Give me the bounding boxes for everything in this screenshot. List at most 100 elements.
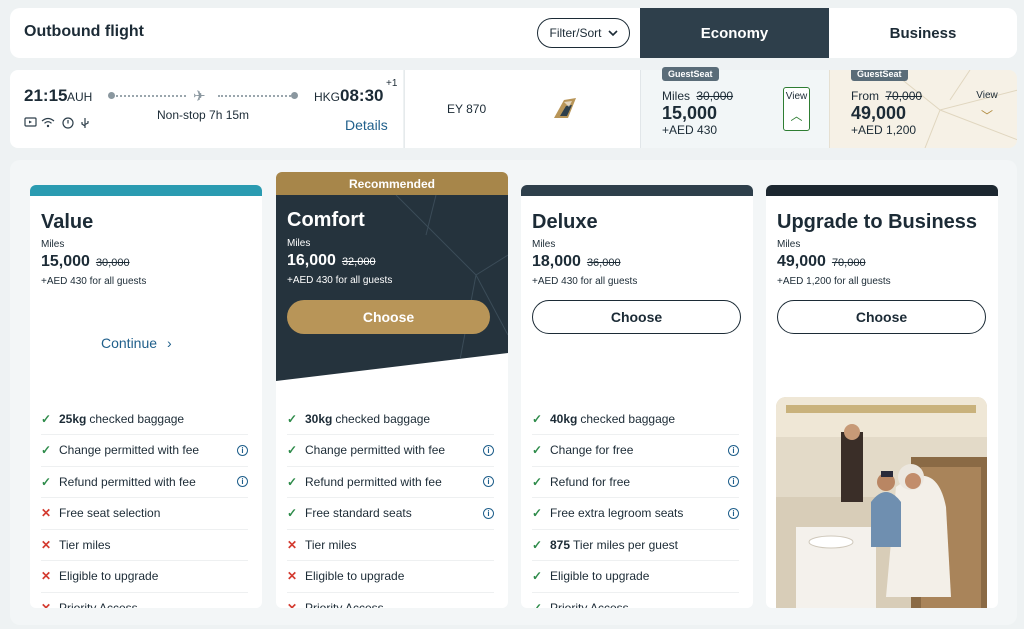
miles-label: Miles (41, 239, 65, 250)
chevron-down-icon (607, 29, 618, 36)
feature-row: ✓ 25kg checked baggage (41, 403, 248, 435)
choose-business-button[interactable]: Choose (777, 300, 986, 334)
chevron-down-icon: ﹀ (980, 109, 993, 123)
flight-number: EY 870 (447, 102, 487, 116)
continue-label: Continue (101, 335, 158, 351)
feature-row: ✓ Refund for free i (532, 466, 739, 498)
page-title: Outbound flight (24, 23, 144, 40)
aed-value: +AED 430 for all guests (287, 275, 393, 286)
feature-row: ✓ Eligible to upgrade (532, 561, 739, 593)
check-icon: ✓ (532, 411, 543, 426)
fare-miles: 15,000 (662, 103, 718, 123)
card-band (766, 185, 998, 196)
chevron-right-icon: › (166, 335, 172, 351)
feature-row: ✕ Tier miles (287, 529, 494, 561)
feature-text: checked baggage (335, 411, 431, 426)
feature-text: Change for free (550, 443, 634, 457)
guestseat-badge: GuestSeat (851, 70, 908, 81)
info-icon[interactable]: i (483, 444, 494, 456)
business-cabin-photo (776, 397, 987, 608)
feature-text: Change permitted with fee (59, 443, 200, 457)
fare-card-comfort: Comfort Miles 16,000 32,000 +AED 430 for … (276, 195, 508, 608)
view-label: View (976, 90, 998, 101)
aed-value: +AED 1,200 for all guests (777, 276, 891, 287)
check-icon: ✓ (532, 600, 543, 609)
feature-row: ✓ Change permitted with fee i (41, 435, 248, 467)
view-label: View (785, 91, 808, 102)
arrive-airport: HKG (314, 90, 341, 104)
tab-economy[interactable]: Economy (640, 8, 829, 58)
fare-card-value: Value Miles 15,000 30,000 +AED 430 for al… (30, 185, 262, 608)
power-icon (62, 117, 74, 129)
miles-value: 49,000 70,000 (777, 253, 866, 270)
usb-icon (81, 118, 89, 128)
check-icon: ✓ (41, 474, 52, 489)
view-economy-button[interactable]: View ︿ (783, 87, 810, 131)
cross-icon: ✕ (41, 506, 52, 520)
continue-link[interactable]: Continue › (101, 335, 172, 351)
feature-text: Tier miles (305, 537, 357, 552)
recommended-banner: Recommended (276, 172, 508, 195)
info-icon[interactable]: i (728, 444, 739, 456)
flight-summary: 21:15 AUH ✈ HKG 08:30 +1 Non-stop 7h 15m… (10, 70, 403, 148)
info-icon[interactable]: i (728, 476, 739, 487)
feature-row: ✓ Free standard seats i (287, 498, 494, 530)
fare-aed: +AED 1,200 (851, 123, 917, 137)
card-title: Upgrade to Business (777, 211, 978, 233)
card-title: Value (41, 211, 94, 233)
filter-sort-button[interactable]: Filter/Sort (537, 18, 630, 48)
info-icon[interactable]: i (237, 476, 248, 487)
check-icon: ✓ (287, 443, 298, 457)
route-start-dot (108, 92, 115, 99)
feature-text: Free seat selection (59, 506, 161, 520)
guestseat-badge: GuestSeat (662, 67, 719, 81)
check-icon: ✓ (287, 506, 298, 520)
economy-fare-cell[interactable]: GuestSeat Miles 30,000 15,000 +AED 430 V… (640, 67, 829, 148)
feature-row: ✕ Free seat selection (41, 498, 248, 530)
feature-highlight: 40kg (550, 411, 578, 426)
view-business-button[interactable]: View ﹀ (972, 90, 1002, 124)
miles-value: 18,000 36,000 (532, 253, 621, 270)
info-icon[interactable]: i (237, 444, 248, 456)
feature-text: Tier miles per guest (573, 537, 678, 552)
feature-text: Eligible to upgrade (59, 569, 159, 583)
details-link[interactable]: Details (345, 117, 388, 133)
flight-duration: Non-stop 7h 15m (157, 108, 250, 122)
info-icon[interactable]: i (728, 507, 739, 519)
check-icon: ✓ (532, 537, 543, 552)
feature-row: ✓ Free extra legroom seats i (532, 498, 739, 530)
choose-deluxe-button[interactable]: Choose (532, 300, 741, 334)
route-line (218, 95, 291, 97)
feature-text: Refund for free (550, 474, 631, 489)
check-icon: ✓ (532, 474, 543, 489)
feature-text: Free standard seats (305, 506, 412, 520)
plane-icon: ✈ (193, 88, 206, 105)
chevron-up-icon: ︿ (790, 109, 803, 123)
feature-text: Priority Access (305, 600, 384, 609)
fare-label: From 70,000 (851, 89, 923, 103)
feature-text: checked baggage (580, 411, 676, 426)
check-icon: ✓ (287, 474, 298, 489)
card-title: Deluxe (532, 211, 598, 233)
feature-row: ✕ Priority Access (287, 592, 494, 609)
choose-comfort-button[interactable]: Choose (287, 300, 490, 334)
feature-row: ✕ Eligible to upgrade (41, 561, 248, 593)
fare-card-deluxe: Deluxe Miles 18,000 36,000 +AED 430 for a… (521, 185, 753, 608)
feature-text: Refund permitted with fee (305, 474, 442, 489)
cross-icon: ✕ (287, 600, 298, 609)
miles-value: 15,000 30,000 (41, 253, 130, 270)
feature-highlight: 875 (550, 537, 571, 552)
fare-options-panel: Value Miles 15,000 30,000 +AED 430 for al… (10, 160, 1017, 625)
tab-business[interactable]: Business (829, 8, 1017, 58)
feature-text: Priority Access (550, 600, 629, 609)
cross-icon: ✕ (41, 569, 52, 583)
info-icon[interactable]: i (483, 476, 494, 487)
card-title: Comfort (287, 209, 365, 231)
business-fare-cell[interactable]: GuestSeat From 70,000 49,000 +AED 1,200 … (829, 70, 1017, 148)
cross-icon: ✕ (41, 537, 52, 552)
miles-value: 16,000 32,000 (287, 252, 376, 269)
info-icon[interactable]: i (483, 507, 494, 519)
feature-text: Eligible to upgrade (550, 569, 650, 583)
route-end-dot (291, 92, 298, 99)
arrive-time: 08:30 (340, 86, 384, 105)
